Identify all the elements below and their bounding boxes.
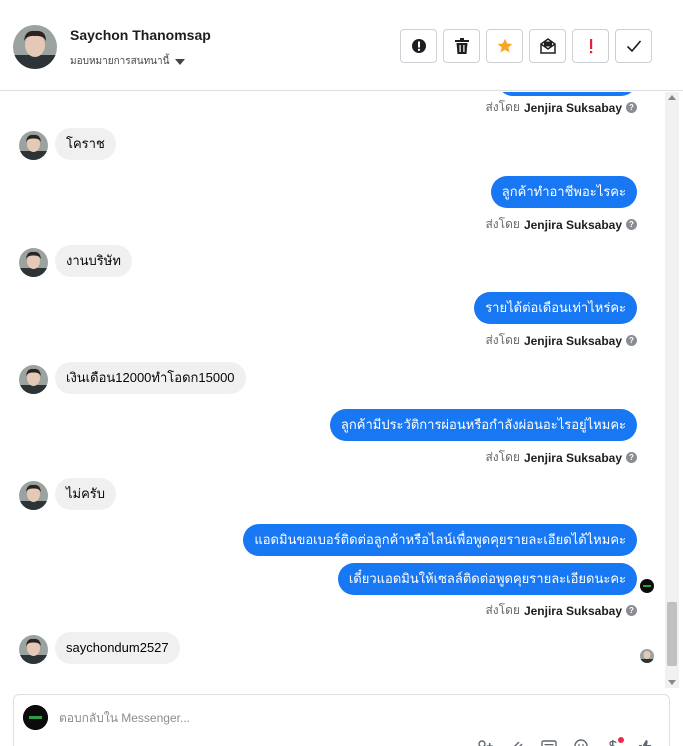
trash-icon (454, 38, 469, 54)
message-bubble-incoming: งานบริษัท (55, 245, 132, 277)
star-button[interactable] (486, 29, 523, 63)
thread-scrollbar[interactable] (665, 92, 679, 688)
info-icon[interactable]: ? (626, 102, 637, 113)
message-bubble-incoming: โคราช (55, 128, 116, 160)
message-bubble-incoming: saychondum2527 (55, 632, 180, 664)
reply-input[interactable] (59, 709, 619, 727)
reply-composer (13, 694, 670, 746)
assign-label: มอบหมายการสนทนานี้ (70, 56, 170, 67)
contact-avatar[interactable] (13, 25, 57, 69)
conversation-toolbar (400, 29, 652, 63)
composer-toolbar (476, 737, 654, 746)
exclamation-icon (589, 39, 592, 54)
done-button[interactable] (615, 29, 652, 63)
envelope-icon (539, 38, 556, 54)
info-icon[interactable]: ? (626, 605, 637, 616)
info-icon[interactable]: ? (626, 452, 637, 463)
like-icon[interactable] (636, 739, 654, 746)
sent-by-label: ส่งโดย Jenjira Suksabay ? (485, 215, 637, 234)
emoji-icon[interactable] (572, 739, 590, 746)
assign-conversation-dropdown[interactable]: มอบหมายการสนทนานี้ (70, 54, 186, 69)
check-icon (626, 40, 641, 53)
saved-reply-icon[interactable] (540, 739, 558, 746)
message-bubble-outgoing: แอดมินขอเบอร์ติดต่อลูกค้าหรือไลน์เพื่อพู… (243, 524, 637, 556)
info-icon[interactable]: ? (626, 335, 637, 346)
page-avatar (23, 705, 48, 730)
notification-dot (618, 737, 624, 743)
message-bubble-outgoing-cropped (497, 92, 637, 96)
contact-avatar-small (19, 635, 48, 664)
contact-avatar-small (19, 248, 48, 277)
contact-avatar-small (19, 481, 48, 510)
conversation-header: Saychon Thanomsap มอบหมายการสนทนานี้ (0, 0, 683, 91)
scroll-thumb[interactable] (667, 602, 677, 666)
page-seen-indicator (640, 579, 654, 593)
sent-by-label: ส่งโดย Jenjira Suksabay ? (485, 601, 637, 620)
message-bubble-outgoing: เดี๋ยวแอดมินให้เซลล์ติดต่อพูดคุยรายละเอี… (337, 563, 637, 595)
message-bubble-outgoing: ลูกค้าทำอาชีพอะไรคะ (490, 176, 637, 208)
alert-button[interactable] (400, 29, 437, 63)
sent-by-label: ส่งโดย Jenjira Suksabay ? (485, 448, 637, 467)
payment-icon[interactable] (604, 737, 624, 746)
add-person-icon[interactable] (476, 739, 494, 746)
spam-button[interactable] (572, 29, 609, 63)
scroll-up-arrow-icon[interactable] (668, 95, 676, 100)
exclamation-circle-icon (411, 39, 426, 53)
contact-avatar-small (19, 131, 48, 160)
contact-name[interactable]: Saychon Thanomsap (70, 27, 211, 43)
delete-button[interactable] (443, 29, 480, 63)
contact-avatar-small (19, 365, 48, 394)
message-bubble-outgoing: รายได้ต่อเดือนเท่าไหร่คะ (474, 292, 637, 324)
message-bubble-outgoing: ลูกค้ามีประวัติการผ่อนหรือกำลังผ่อนอะไรอ… (329, 409, 637, 441)
caret-down-icon (175, 58, 186, 65)
info-icon[interactable]: ? (626, 219, 637, 230)
star-icon (497, 38, 512, 53)
sent-by-label: ส่งโดย Jenjira Suksabay ? (485, 331, 637, 350)
sent-by-label: ส่งโดย Jenjira Suksabay ? (485, 98, 637, 117)
message-bubble-incoming: ไม่ครับ (55, 478, 117, 510)
contact-seen-indicator (640, 649, 654, 663)
message-thread[interactable]: ส่งโดย Jenjira Suksabay ? โคราช ลูกค้าทำ… (0, 92, 665, 692)
attachment-icon[interactable] (508, 739, 526, 746)
mark-unread-button[interactable] (529, 29, 566, 63)
scroll-down-arrow-icon[interactable] (668, 680, 676, 685)
message-bubble-incoming: เงินเดือน12000ทำโอดก15000 (55, 362, 246, 394)
